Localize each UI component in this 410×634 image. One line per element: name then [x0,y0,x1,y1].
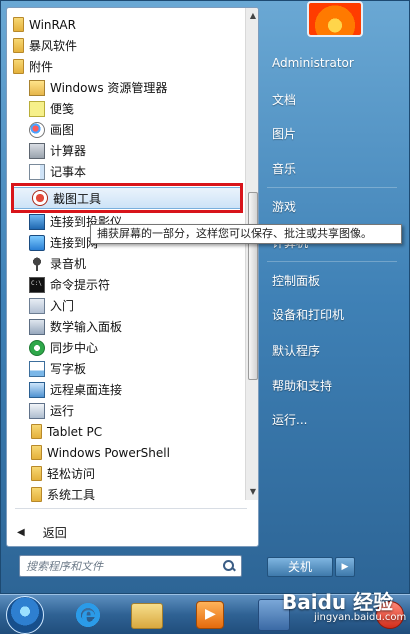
program-label: 便笺 [50,102,75,116]
right-separator [267,187,397,188]
program-notepad[interactable]: 记事本 [7,161,243,182]
program-label: 记事本 [50,165,87,179]
program-sound-recorder[interactable]: 录音机 [7,253,243,274]
calculator-icon [29,142,45,159]
program-remote-desktop[interactable]: 远程桌面连接 [7,379,243,400]
back-button[interactable]: ◀ 返回 [17,522,67,542]
program-label: 运行 [50,404,75,418]
folder-icon [31,445,42,460]
folder-icon [13,17,24,32]
right-item-help-support[interactable]: 帮助和支持 [272,377,332,394]
program-wordpad[interactable]: 写字板 [7,358,243,379]
program-label: 画图 [50,123,75,137]
program-label: 计算器 [50,144,87,158]
right-item-pictures[interactable]: 图片 [272,125,296,142]
program-label: 远程桌面连接 [50,383,123,397]
snipping-tool-tooltip: 捕获屏幕的一部分，这样您可以保存、批注或共享图像。 [90,224,402,244]
microphone-icon [29,255,45,272]
watermark-url: jingyan.baidu.com [314,612,407,623]
sync-center-icon [29,339,45,356]
program-label: 数学输入面板 [50,320,123,334]
folder-icon [13,59,24,74]
program-command-prompt[interactable]: 命令提示符 [7,274,243,295]
explorer-icon [29,79,45,96]
folder-icon [13,38,24,53]
program-list-scrollbar[interactable]: ▲ ▼ [245,8,258,500]
program-sticky-notes[interactable]: 便笺 [7,98,243,119]
wordpad-icon [29,360,45,377]
program-label: 写字板 [50,362,87,376]
paint-icon [29,121,45,138]
sticky-note-icon [29,100,45,117]
program-ease-of-access-folder[interactable]: 轻松访问 [7,463,243,484]
remote-desktop-icon [29,381,45,398]
file-explorer-icon[interactable] [131,603,163,629]
program-tablet-pc-folder[interactable]: Tablet PC [7,421,243,442]
pane-divider [15,508,247,509]
program-label: Tablet PC [47,424,103,439]
start-orb-icon[interactable] [6,596,44,634]
folder-icon [31,466,42,481]
program-label: Windows 资源管理器 [50,81,168,95]
program-list: WinRAR 暴风软件 附件 Windows 资源管理器 便笺 画图 计算器 记… [7,8,245,502]
program-sync-center[interactable]: 同步中心 [7,337,243,358]
program-label: 暴风软件 [29,39,78,53]
math-input-icon [29,318,45,335]
scroll-down-icon[interactable]: ▼ [247,486,258,498]
right-item-devices-printers[interactable]: 设备和打印机 [272,306,344,323]
snipping-tool-highlight [11,183,243,213]
program-label: WinRAR [29,17,76,32]
program-label: Windows PowerShell [47,445,170,460]
program-math-input-panel[interactable]: 数学输入面板 [7,316,243,337]
start-menu: WinRAR 暴风软件 附件 Windows 资源管理器 便笺 画图 计算器 记… [0,0,410,594]
folder-icon [31,424,42,439]
folder-icon [31,487,42,502]
user-name-link[interactable]: Administrator [272,56,354,70]
scroll-up-icon[interactable]: ▲ [247,10,258,22]
search-icon[interactable] [223,560,235,572]
program-run[interactable]: 运行 [7,400,243,421]
program-label: 命令提示符 [50,278,111,292]
program-label: 入门 [50,299,75,313]
shutdown-button[interactable]: 关机 [267,557,333,577]
projector-icon [29,213,45,230]
right-item-music[interactable]: 音乐 [272,160,296,177]
search-placeholder: 搜索程序和文件 [26,560,103,573]
back-arrow-icon: ◀ [17,526,25,538]
shutdown-options-icon[interactable]: ▶ [335,557,355,577]
program-getting-started[interactable]: 入门 [7,295,243,316]
program-calculator[interactable]: 计算器 [7,140,243,161]
program-label: 录音机 [50,257,87,271]
program-accessories-folder[interactable]: 附件 [7,56,243,77]
right-item-run[interactable]: 运行... [272,411,307,428]
right-item-control-panel[interactable]: 控制面板 [272,272,320,289]
right-item-games[interactable]: 游戏 [272,198,296,215]
search-input[interactable]: 搜索程序和文件 [19,555,242,577]
watermark-brand: Baidu 经验 [282,590,394,614]
run-icon [29,402,45,419]
right-separator [267,261,397,262]
program-powershell-folder[interactable]: Windows PowerShell [7,442,243,463]
program-system-tools-folder[interactable]: 系统工具 [7,484,243,505]
program-baofeng-folder[interactable]: 暴风软件 [7,35,243,56]
program-winrar-folder[interactable]: WinRAR [7,14,243,35]
internet-explorer-icon[interactable] [72,599,104,631]
command-prompt-icon [29,276,45,293]
network-icon [29,234,45,251]
media-player-icon[interactable] [196,601,224,629]
user-avatar[interactable] [307,1,363,37]
program-windows-explorer[interactable]: Windows 资源管理器 [7,77,243,98]
back-label: 返回 [42,525,67,540]
program-label: 轻松访问 [47,467,96,481]
scrollbar-thumb[interactable] [248,192,258,380]
program-label: 同步中心 [50,341,99,355]
program-label: 附件 [29,60,54,74]
program-paint[interactable]: 画图 [7,119,243,140]
right-item-documents[interactable]: 文档 [272,91,296,108]
notepad-icon [29,163,45,180]
programs-pane: WinRAR 暴风软件 附件 Windows 资源管理器 便笺 画图 计算器 记… [6,7,259,547]
program-label: 系统工具 [47,488,96,502]
right-item-default-programs[interactable]: 默认程序 [272,342,320,359]
getting-started-icon [29,297,45,314]
